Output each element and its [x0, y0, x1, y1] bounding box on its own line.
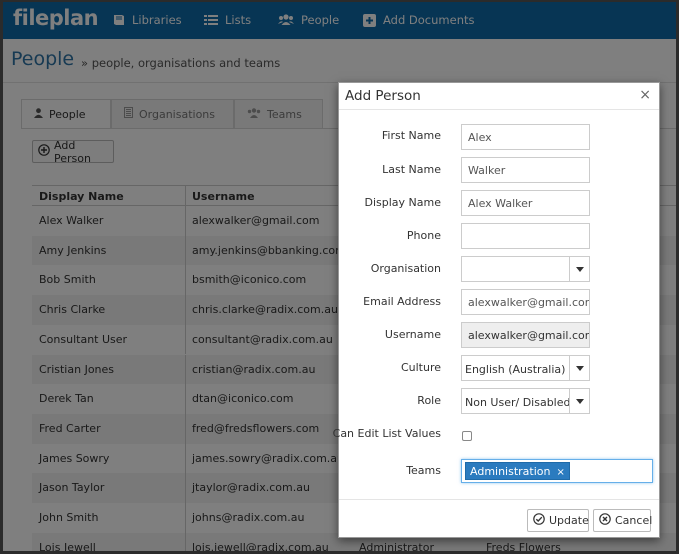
display-name-label: Display Name	[364, 196, 442, 209]
dialog-header-divider	[339, 109, 659, 110]
display-name-field[interactable]: Alex Walker	[461, 190, 590, 216]
phone-field[interactable]	[461, 223, 590, 249]
chevron-down-icon[interactable]	[569, 389, 589, 413]
culture-select[interactable]: English (Australia)	[461, 355, 590, 381]
remove-tag-icon[interactable]: ×	[557, 467, 565, 478]
check-circle-icon	[533, 513, 545, 528]
can-edit-list-values-label: Can Edit List Values	[332, 427, 441, 440]
first-name-field[interactable]: Alex	[461, 124, 590, 150]
cancel-button[interactable]: Cancel	[593, 509, 653, 532]
phone-label: Phone	[406, 229, 441, 242]
team-tag: Administration ×	[465, 462, 570, 480]
first-name-label: First Name	[381, 129, 441, 142]
email-field[interactable]: alexwalker@gmail.com	[461, 289, 590, 315]
role-label: Role	[417, 394, 441, 407]
dialog-footer-divider	[339, 499, 659, 500]
last-name-label: Last Name	[382, 163, 441, 176]
dialog-title: Add Person	[345, 88, 421, 104]
close-icon[interactable]: ×	[639, 88, 651, 102]
chevron-down-icon[interactable]	[569, 257, 589, 281]
last-name-field[interactable]: Walker	[461, 157, 590, 183]
organisation-label: Organisation	[370, 262, 441, 275]
update-button[interactable]: Update	[527, 509, 589, 532]
role-select[interactable]: Non User/ Disabled	[461, 388, 590, 414]
teams-multiselect[interactable]: Administration ×	[461, 459, 653, 483]
culture-select-value: English (Australia)	[465, 363, 566, 376]
email-label: Email Address	[363, 295, 441, 308]
can-edit-list-values-checkbox[interactable]	[462, 431, 472, 441]
team-tag-label: Administration	[470, 465, 551, 478]
add-person-dialog: Add Person × First Name Alex Last Name W…	[333, 82, 660, 538]
cancel-button-label: Cancel	[615, 514, 653, 527]
role-select-value: Non User/ Disabled	[465, 396, 571, 409]
teams-label: Teams	[406, 464, 441, 477]
culture-label: Culture	[400, 361, 441, 374]
username-field: alexwalker@gmail.com	[461, 322, 590, 348]
update-button-label: Update	[549, 514, 589, 527]
x-circle-icon	[599, 513, 611, 528]
username-label: Username	[384, 328, 441, 341]
organisation-select[interactable]	[461, 256, 590, 282]
chevron-down-icon[interactable]	[569, 356, 589, 380]
app-window: fileplan Libraries Lists People Add Docu…	[0, 0, 679, 554]
